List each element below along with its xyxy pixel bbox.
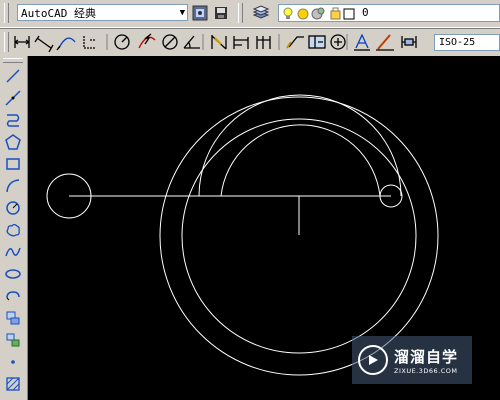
workspace-settings-icon[interactable]: [191, 4, 209, 22]
ordinate-dimension-icon[interactable]: [83, 36, 96, 49]
watermark: 溜溜自学 ZIXUE.3D66.COM: [352, 336, 472, 384]
dimension-style-dropdown[interactable]: ISO-25: [434, 34, 500, 51]
chevron-down-icon[interactable]: ▼: [180, 5, 185, 22]
watermark-title: 溜溜自学: [394, 347, 459, 366]
save-workspace-icon[interactable]: [212, 4, 230, 22]
quick-dimension-icon[interactable]: [211, 35, 227, 50]
hatch-icon[interactable]: [3, 374, 23, 394]
watermark-url: ZIXUE.3D66.COM: [394, 366, 458, 375]
tangent-arc-large[interactable]: [198, 94, 402, 197]
jogged-dimension-icon[interactable]: [138, 33, 156, 49]
inner-circle[interactable]: [181, 118, 417, 354]
polyline-icon[interactable]: [3, 110, 23, 130]
line-icon[interactable]: [3, 66, 23, 86]
angular-dimension-icon[interactable]: [183, 35, 200, 49]
draw-toolbar: [0, 56, 28, 400]
layer-state-icons: [283, 7, 355, 20]
arc-icon[interactable]: [3, 176, 23, 196]
play-logo-icon: [358, 345, 388, 375]
spline-icon[interactable]: [3, 242, 23, 262]
ellipse-icon[interactable]: [3, 264, 23, 284]
dimension-text-edit-icon[interactable]: [376, 34, 394, 51]
make-block-icon[interactable]: [3, 330, 23, 350]
toolbar-grip[interactable]: [4, 3, 9, 23]
radius-dimension-icon[interactable]: [114, 34, 130, 50]
toolbar-grip[interactable]: [3, 58, 23, 63]
revision-cloud-icon[interactable]: [3, 220, 23, 240]
arc-length-icon[interactable]: [56, 37, 76, 51]
outer-circle[interactable]: [159, 96, 439, 376]
tangent-arc-small[interactable]: [220, 124, 381, 197]
construction-line-icon[interactable]: [3, 88, 23, 108]
toolbar-grip[interactable]: [4, 32, 9, 52]
dimension-tools: [14, 33, 417, 52]
dimension-style-value: ISO-25: [439, 37, 476, 48]
aligned-dimension-icon[interactable]: [34, 35, 54, 52]
workspace-dropdown[interactable]: AutoCAD 经典 ▼: [17, 4, 188, 21]
workspace-value: AutoCAD 经典: [21, 7, 96, 20]
center-mark-icon[interactable]: [330, 34, 346, 50]
baseline-dimension-icon[interactable]: [233, 36, 249, 49]
insert-block-icon[interactable]: [3, 308, 23, 328]
dimension-update-icon[interactable]: [401, 36, 417, 48]
toolbar-grip[interactable]: [238, 3, 243, 23]
point-icon[interactable]: [3, 352, 23, 372]
diameter-dimension-icon[interactable]: [162, 34, 178, 50]
rectangle-icon[interactable]: [3, 154, 23, 174]
linear-dimension-icon[interactable]: [14, 36, 30, 48]
layer-properties-icon[interactable]: [252, 4, 270, 22]
ellipse-arc-icon[interactable]: [3, 286, 23, 306]
layer-name: 0: [362, 6, 369, 19]
dimension-edit-icon[interactable]: [354, 33, 370, 51]
tolerance-icon[interactable]: [308, 35, 326, 49]
continue-dimension-icon[interactable]: [256, 36, 271, 49]
workspaces-toolbar: AutoCAD 经典 ▼ 0: [0, 0, 500, 28]
quick-leader-icon[interactable]: [286, 36, 304, 49]
polygon-icon[interactable]: [3, 132, 23, 152]
circle-icon[interactable]: [3, 198, 23, 218]
dimension-toolbar: ISO-25: [0, 28, 500, 56]
layer-dropdown[interactable]: 0: [278, 4, 500, 22]
